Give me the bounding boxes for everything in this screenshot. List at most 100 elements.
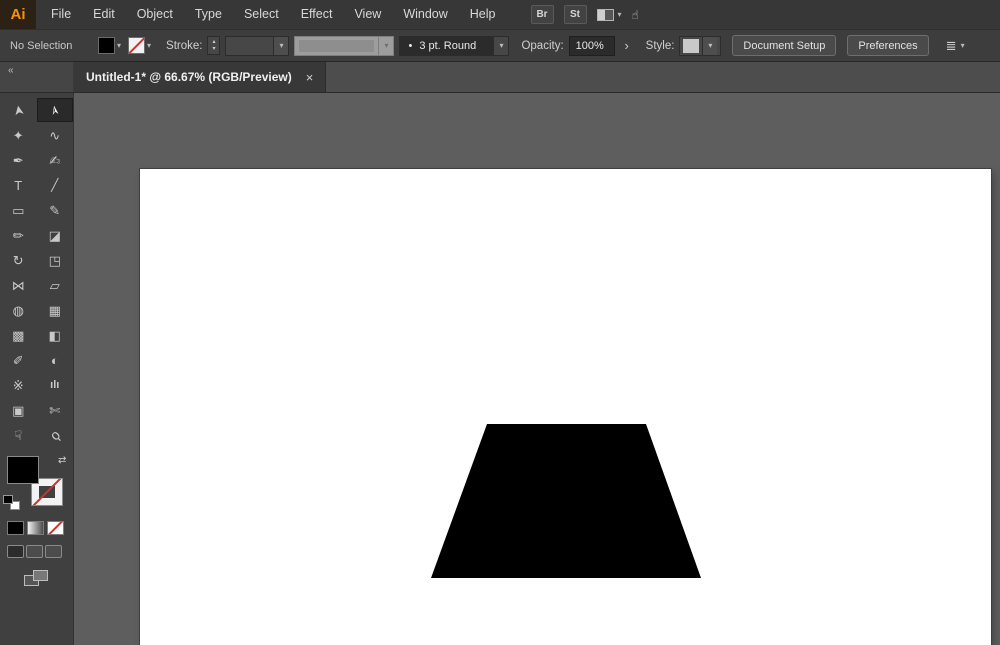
chevron-down-icon[interactable]: ▾ <box>147 42 151 50</box>
trapezoid-shape[interactable] <box>431 424 701 578</box>
arrange-documents-button[interactable]: ▾ <box>597 5 622 25</box>
tool-icon: ✄ <box>49 404 60 417</box>
stroke-swatch[interactable] <box>129 38 144 53</box>
opacity-label: Opacity: <box>521 40 563 52</box>
tab-close-icon[interactable]: × <box>306 71 314 84</box>
tool-icon: ▭ <box>12 204 24 217</box>
tool-icon: ⋈ <box>12 279 25 292</box>
document-tab-bar: « Untitled-1* @ 66.67% (RGB/Preview) × <box>0 62 1000 93</box>
stepper-up-icon[interactable]: ▴ <box>212 39 215 46</box>
tool-icon: ◍ <box>13 304 24 317</box>
chevron-down-icon[interactable]: ▾ <box>493 37 508 55</box>
swap-fill-stroke-icon[interactable]: ⇄ <box>58 455 66 466</box>
stroke-width-stepper[interactable]: ▴ ▾ <box>207 36 220 55</box>
tool-artboard-tool[interactable]: ▣ <box>0 398 37 422</box>
tool-paintbrush-tool[interactable]: ✎ <box>37 198 74 222</box>
tool-magic-wand-tool[interactable]: ✦ <box>0 123 37 147</box>
tool-mesh-tool[interactable]: ▩ <box>0 323 37 347</box>
screen-mode-button[interactable] <box>24 570 48 587</box>
tool-rectangle-tool[interactable]: ▭ <box>0 198 37 222</box>
width-profile-preview <box>299 40 374 52</box>
tool-shaper-tool[interactable]: ✏ <box>0 223 37 247</box>
none-button[interactable] <box>47 521 64 535</box>
graphic-style-preview <box>683 39 699 53</box>
app-logo[interactable]: Ai <box>0 0 36 29</box>
tool-pen-tool[interactable]: ✒ <box>0 148 37 172</box>
tool-icon: ▦ <box>49 304 61 317</box>
fill-swatch[interactable] <box>99 38 114 53</box>
tool-line-segment-tool[interactable]: ╱ <box>37 173 74 197</box>
tool-shape-builder-tool[interactable]: ◍ <box>0 298 37 322</box>
fill-swatch-control[interactable]: ▾ <box>99 38 121 53</box>
menu-item-type[interactable]: Type <box>184 0 233 29</box>
menu-item-effect[interactable]: Effect <box>290 0 344 29</box>
tools-grid: ➤ ➢ ✦ ∿ ✒ ✍ T ╱ <box>0 98 73 447</box>
none-slash-icon <box>129 38 144 53</box>
menu-item-edit[interactable]: Edit <box>82 0 126 29</box>
graphic-style-select[interactable]: ▾ <box>679 36 721 56</box>
menu-item-help[interactable]: Help <box>459 0 507 29</box>
default-fill-square <box>3 495 13 504</box>
draw-behind-button[interactable] <box>26 545 43 558</box>
menu-item-window[interactable]: Window <box>392 0 458 29</box>
tool-rotate-tool[interactable]: ↻ <box>0 248 37 272</box>
stroke-swatch-control[interactable]: ▾ <box>129 38 151 53</box>
tool-lasso-tool[interactable]: ∿ <box>37 123 74 147</box>
tool-zoom-tool[interactable]: ϙ <box>37 423 74 447</box>
draw-inside-button[interactable] <box>45 545 62 558</box>
document-tab[interactable]: Untitled-1* @ 66.67% (RGB/Preview) × <box>74 62 326 92</box>
tool-slice-tool[interactable]: ✄ <box>37 398 74 422</box>
fill-color-swatch[interactable] <box>8 457 38 483</box>
tool-blend-tool[interactable]: ◐ <box>37 348 74 372</box>
chevron-down-icon[interactable]: ▾ <box>702 37 717 55</box>
tab-title: Untitled-1* @ 66.67% (RGB/Preview) <box>86 70 292 84</box>
color-button[interactable] <box>7 521 24 535</box>
tool-curvature-tool[interactable]: ✍ <box>37 148 74 172</box>
tools-panel-collapse-button[interactable]: « <box>0 62 74 92</box>
tool-perspective-grid-tool[interactable]: ▦ <box>37 298 74 322</box>
tool-icon: ☟ <box>14 429 22 442</box>
style-label: Style: <box>646 40 675 52</box>
menu-item-select[interactable]: Select <box>233 0 290 29</box>
stroke-width-select[interactable]: ▾ <box>225 36 289 56</box>
menu-item-object[interactable]: Object <box>126 0 184 29</box>
tool-eyedropper-tool[interactable]: ✐ <box>0 348 37 372</box>
touch-workspace-button[interactable]: ☝ <box>632 5 639 25</box>
brush-definition-value: 3 pt. Round <box>419 40 476 52</box>
gradient-button[interactable] <box>27 521 44 535</box>
tool-icon: ılı <box>50 380 59 391</box>
tool-direct-selection-tool[interactable]: ➢ <box>37 98 74 122</box>
artboard[interactable] <box>140 169 991 645</box>
tool-width-tool[interactable]: ⋈ <box>0 273 37 297</box>
tool-symbol-sprayer-tool[interactable]: ※ <box>0 373 37 397</box>
tool-icon: ✎ <box>49 204 60 217</box>
opacity-input[interactable]: 100% <box>569 36 615 56</box>
tool-eraser-tool[interactable]: ◪ <box>37 223 74 247</box>
stepper-down-icon[interactable]: ▾ <box>212 46 215 53</box>
stock-button[interactable]: St <box>564 5 587 24</box>
bridge-button[interactable]: Br <box>531 5 554 24</box>
tool-scale-tool[interactable]: ◳ <box>37 248 74 272</box>
menu-item-file[interactable]: File <box>40 0 82 29</box>
tool-free-transform-tool[interactable]: ▱ <box>37 273 74 297</box>
opacity-panel-arrow[interactable]: › <box>620 38 634 53</box>
tool-gradient-tool[interactable]: ◧ <box>37 323 74 347</box>
canvas-pasteboard[interactable] <box>74 93 1000 645</box>
control-panel-menu-button[interactable]: ≣ ▾ <box>946 38 965 54</box>
chevron-down-icon[interactable]: ▾ <box>117 42 121 50</box>
draw-normal-button[interactable] <box>7 545 24 558</box>
align-icon: ≣ <box>946 38 957 54</box>
tool-hand-tool[interactable]: ☟ <box>0 423 37 447</box>
tool-column-graph-tool[interactable]: ılı <box>37 373 74 397</box>
tool-icon: T <box>14 179 22 192</box>
document-setup-button[interactable]: Document Setup <box>732 35 836 56</box>
default-fill-stroke-icon[interactable] <box>3 495 20 510</box>
tool-selection-tool[interactable]: ➤ <box>0 98 37 122</box>
tool-icon: ➢ <box>47 104 62 117</box>
brush-definition-select[interactable]: • 3 pt. Round ▾ <box>399 36 509 56</box>
chevron-down-icon[interactable]: ▾ <box>273 37 288 55</box>
menu-item-view[interactable]: View <box>343 0 392 29</box>
tool-icon: ▣ <box>12 404 24 417</box>
tool-type-tool[interactable]: T <box>0 173 37 197</box>
preferences-button[interactable]: Preferences <box>847 35 928 56</box>
